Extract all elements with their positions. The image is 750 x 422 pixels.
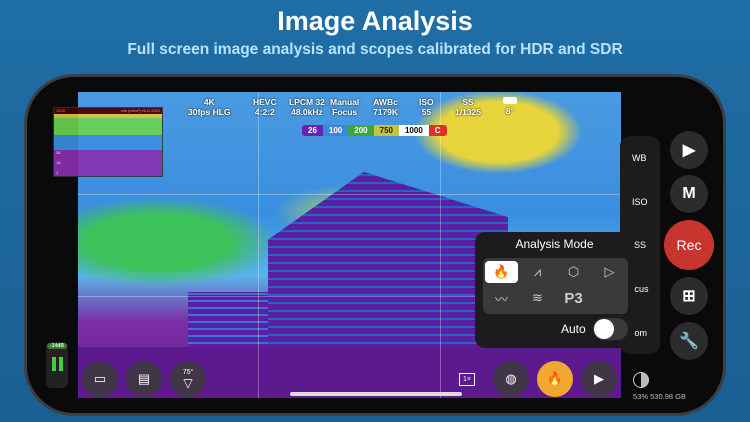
waveform-mode-icon[interactable]: ⩘ — [521, 261, 554, 283]
manual-mode-button[interactable]: M — [670, 175, 708, 213]
grid-icon: ⊞ — [682, 288, 696, 305]
status-wb[interactable]: AWBc 7179K — [373, 97, 398, 117]
auto-label: Auto — [561, 322, 586, 336]
video-camera-icon: ▭ — [93, 371, 107, 386]
legend-item: 26 — [302, 125, 323, 136]
lens-triangle-icon: ▽ — [183, 375, 193, 390]
wb-control[interactable]: WB — [632, 153, 647, 163]
status-resolution[interactable]: 4K 30fps HLG — [188, 97, 231, 117]
hexagon-mode-icon[interactable]: ⬡ — [557, 261, 590, 283]
zebra-mode-icon[interactable]: 〰 — [485, 287, 518, 309]
status-focus[interactable]: Manual Focus — [330, 97, 359, 117]
gamut-triangle-icon[interactable]: ▷ — [593, 261, 626, 283]
layout-button[interactable]: ⊞ — [670, 277, 708, 315]
audio-meter: -14dB — [46, 342, 68, 388]
page-subtitle: Full screen image analysis and scopes ca… — [127, 41, 623, 58]
ss-control[interactable]: SS — [634, 240, 646, 250]
stabilization-button[interactable]: ◍ — [493, 361, 529, 397]
legend-item: 750 — [373, 125, 399, 136]
iso-control[interactable]: ISO — [632, 197, 648, 207]
legend-item: C — [428, 125, 447, 136]
storage-pie-icon — [633, 372, 649, 388]
record-button[interactable]: Rec — [664, 220, 714, 270]
fov-button[interactable]: 75° ▽ — [170, 361, 206, 397]
status-codec[interactable]: HEVC 4:2:2 — [253, 97, 277, 117]
auto-toggle[interactable] — [593, 318, 628, 340]
wrench-icon: 🔧 — [679, 333, 699, 350]
home-indicator — [290, 392, 462, 396]
page-title: Image Analysis — [277, 6, 473, 36]
battery-temp: 8° — [503, 97, 517, 116]
status-shutter[interactable]: SS 1/1325 — [455, 97, 481, 117]
legend-item: 200 — [348, 125, 374, 136]
waveform-scope[interactable]: 1000 nits (cd/m²) HLG 2020 26 10 1 — [53, 107, 163, 177]
status-audio[interactable]: LPCM 32 48.0kHz — [289, 97, 325, 117]
focus-peaking-icon[interactable]: ≋ — [521, 287, 554, 309]
legend-item: 1000 — [398, 125, 429, 136]
panel-title: Analysis Mode — [515, 237, 594, 251]
storage-info: 53% 530.98 GB — [633, 392, 686, 401]
playback-button[interactable]: ▶ — [670, 131, 708, 169]
play-button[interactable]: ▶ — [581, 361, 617, 397]
false-color-legend: 26 100 200 750 1000 C — [302, 125, 447, 136]
flame-icon: 🔥 — [546, 371, 564, 386]
settings-button[interactable]: 🔧 — [670, 322, 708, 360]
battery-icon — [503, 97, 517, 104]
film-icon: ▤ — [137, 371, 151, 386]
legend-item: 100 — [322, 125, 349, 136]
analysis-mode-panel: Analysis Mode 🔥 ⩘ ⬡ ▷ 〰 ≋ P3 Auto — [475, 232, 634, 348]
false-color-mode-icon[interactable]: 🔥 — [485, 261, 518, 283]
mode-grid: 🔥 ⩘ ⬡ ▷ 〰 ≋ P3 — [483, 258, 628, 314]
p3-mode-button[interactable]: P3 — [557, 287, 590, 309]
video-mode-button[interactable]: ▭ — [82, 361, 118, 397]
status-iso[interactable]: ISO 55 — [419, 97, 434, 117]
play-square-icon: ▶ — [682, 142, 696, 159]
analysis-button[interactable]: 🔥 — [537, 361, 573, 397]
play-icon: ▶ — [594, 371, 604, 386]
stripes-icon: ◍ — [505, 371, 517, 386]
film-button[interactable]: ▤ — [126, 361, 162, 397]
